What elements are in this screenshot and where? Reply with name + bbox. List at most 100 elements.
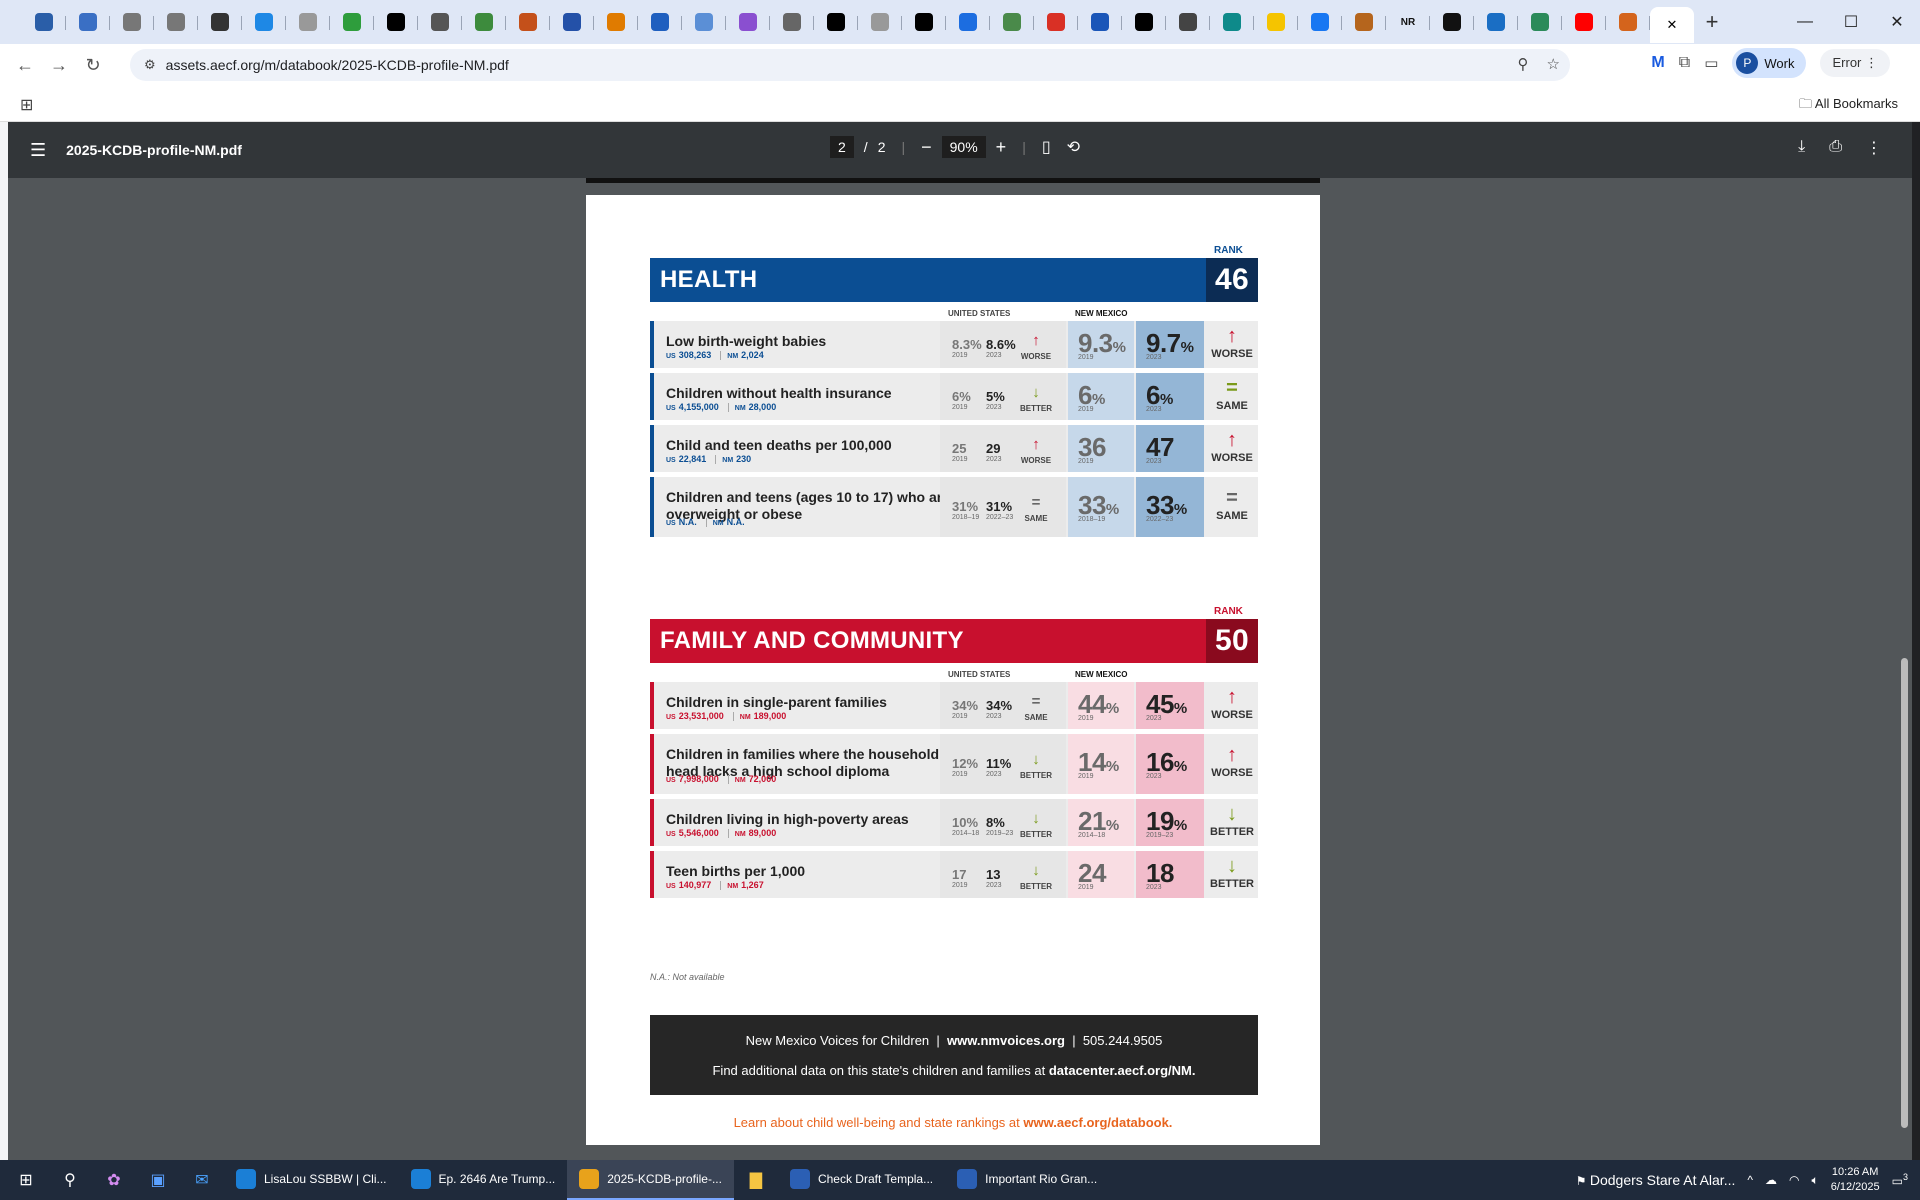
tab-google[interactable]: [110, 5, 154, 39]
tab-nyt[interactable]: [1430, 5, 1474, 39]
taskbar-app[interactable]: Check Draft Templa...: [778, 1160, 945, 1200]
tab-target[interactable]: [198, 5, 242, 39]
tab-doc[interactable]: [66, 5, 110, 39]
tab-NR[interactable]: NR: [1386, 5, 1430, 39]
tab-vpn2[interactable]: [946, 5, 990, 39]
vertical-scrollbar[interactable]: [1898, 178, 1910, 1160]
tab-x[interactable]: [1122, 5, 1166, 39]
nm-trend-label: SAME: [1216, 510, 1248, 522]
taskbar-app[interactable]: Important Rio Gran...: [945, 1160, 1109, 1200]
nm-cell-early: 21% 2014–18: [1068, 799, 1134, 846]
tab-wave[interactable]: [902, 5, 946, 39]
omnibox[interactable]: ⚙ assets.aecf.org/m/databook/2025-KCDB-p…: [130, 49, 1570, 81]
tab-loading[interactable]: [858, 5, 902, 39]
minimize-icon[interactable]: —: [1782, 0, 1828, 44]
site-info-icon[interactable]: ⚙: [144, 57, 156, 73]
fit-page-icon[interactable]: ▯: [1042, 137, 1051, 157]
tab-ng[interactable]: [506, 5, 550, 39]
tab-close-icon[interactable]: ✕: [1667, 17, 1678, 33]
error-button[interactable]: Error ⋮: [1820, 49, 1890, 77]
onedrive-icon[interactable]: ☁: [1765, 1173, 1777, 1187]
tab-vpn[interactable]: [550, 5, 594, 39]
tab-globe2[interactable]: [1474, 5, 1518, 39]
profile-button[interactable]: P Work: [1732, 48, 1807, 78]
us-count: 5,546,000: [678, 828, 719, 838]
taskbar-app-label: Important Rio Gran...: [985, 1172, 1098, 1186]
zoom-in-icon[interactable]: +: [996, 137, 1007, 158]
tab-globe[interactable]: [418, 5, 462, 39]
windows-start-icon[interactable]: ⊞: [4, 1160, 48, 1200]
tab-active-pdf[interactable]: ✕: [1650, 7, 1694, 43]
tab-cat[interactable]: [1342, 5, 1386, 39]
tab-globe3[interactable]: [1518, 5, 1562, 39]
new-tab-button[interactable]: +: [1694, 7, 1730, 37]
maximize-icon[interactable]: ☐: [1828, 0, 1874, 44]
extensions-icon[interactable]: ⧉: [1679, 54, 1690, 72]
nm-year-early: 2019: [1078, 458, 1094, 465]
tab-youtube[interactable]: [1562, 5, 1606, 39]
zoom-level-input[interactable]: 90%: [941, 136, 986, 158]
taskbar-app[interactable]: LisaLou SSBBW | Cli...: [224, 1160, 399, 1200]
tab-calendar-15[interactable]: [22, 5, 66, 39]
reload-icon[interactable]: ↻: [76, 48, 110, 82]
bookmark-star-icon[interactable]: ☆: [1547, 55, 1560, 73]
google-icon: [123, 13, 141, 31]
tab-camera[interactable]: [770, 5, 814, 39]
notifications-icon[interactable]: ▭3: [1892, 1172, 1908, 1188]
databook-link[interactable]: www.aecf.org/databook.: [1023, 1115, 1172, 1130]
footer-site-link[interactable]: www.nmvoices.org: [947, 1033, 1065, 1048]
malwarebytes-icon[interactable]: M: [1651, 54, 1664, 72]
clock[interactable]: 10:26 AM 6/12/2025: [1831, 1165, 1880, 1195]
tab-mail[interactable]: [726, 5, 770, 39]
page-number-input[interactable]: 2: [830, 136, 854, 158]
tab-lock[interactable]: [1166, 5, 1210, 39]
zoom-icon[interactable]: ⚲: [1518, 55, 1529, 73]
hamburger-menu-icon[interactable]: ☰: [30, 140, 46, 161]
taskbar-app[interactable]: 2025-KCDB-profile-...: [567, 1160, 734, 1200]
tab-x[interactable]: [814, 5, 858, 39]
search-icon[interactable]: ⚲: [48, 1160, 92, 1200]
tab-note[interactable]: [594, 5, 638, 39]
scrollbar-thumb[interactable]: [1901, 658, 1908, 1128]
tab-triangle[interactable]: [374, 5, 418, 39]
url-text[interactable]: assets.aecf.org/m/databook/2025-KCDB-pro…: [166, 57, 509, 73]
more-options-icon[interactable]: ⋮: [1866, 138, 1882, 158]
tab-edit[interactable]: [638, 5, 682, 39]
outlook-icon[interactable]: ✉: [180, 1160, 224, 1200]
tab-chart2[interactable]: [990, 5, 1034, 39]
forward-icon[interactable]: →: [42, 48, 76, 82]
copilot-icon[interactable]: ✿: [92, 1160, 136, 1200]
volume-icon[interactable]: 🔈︎: [1812, 1173, 1819, 1188]
tab-chart-bar[interactable]: [682, 5, 726, 39]
news-widget[interactable]: ⚑ Dodgers Stare At Alar...: [1576, 1172, 1736, 1188]
zoom-out-icon[interactable]: −: [921, 137, 932, 158]
show-hidden-icon[interactable]: ^: [1747, 1173, 1753, 1187]
apps-grid-icon[interactable]: ⊞: [20, 95, 33, 115]
close-window-icon[interactable]: ✕: [1874, 0, 1920, 44]
back-icon[interactable]: ←: [8, 48, 42, 82]
tab-green-r[interactable]: [330, 5, 374, 39]
all-bookmarks[interactable]: 🗀 All Bookmarks: [1799, 95, 1898, 117]
wifi-icon[interactable]: ◠: [1789, 1173, 1799, 1187]
file-explorer-icon[interactable]: ▇: [734, 1160, 778, 1200]
us-value-late: 34%: [986, 698, 1013, 713]
download-icon[interactable]: ⤓: [1798, 138, 1805, 158]
rotate-icon[interactable]: ⟲: [1067, 137, 1080, 157]
tab-blue-circle[interactable]: [1078, 5, 1122, 39]
tab-gmail[interactable]: [1034, 5, 1078, 39]
tab-google[interactable]: [154, 5, 198, 39]
taskbar-app[interactable]: Ep. 2646 Are Trump...: [399, 1160, 568, 1200]
remote-desktop-icon[interactable]: ▣: [136, 1160, 180, 1200]
print-icon[interactable]: ⎙: [1829, 138, 1842, 158]
tab-yellow[interactable]: [1254, 5, 1298, 39]
pdf-viewer[interactable]: RANK HEALTH 46 UNITED STATES NEW MEXICO …: [8, 178, 1912, 1160]
tab-anchor[interactable]: [1606, 5, 1650, 39]
tab-chart[interactable]: [462, 5, 506, 39]
datacenter-link[interactable]: datacenter.aecf.org/NM.: [1049, 1063, 1196, 1078]
count-divider: [720, 351, 722, 361]
tab-loading[interactable]: [286, 5, 330, 39]
tab-wp[interactable]: [1210, 5, 1254, 39]
side-panel-icon[interactable]: ▭: [1704, 54, 1718, 72]
tab-facebook[interactable]: [1298, 5, 1342, 39]
tab-circle-blue[interactable]: [242, 5, 286, 39]
